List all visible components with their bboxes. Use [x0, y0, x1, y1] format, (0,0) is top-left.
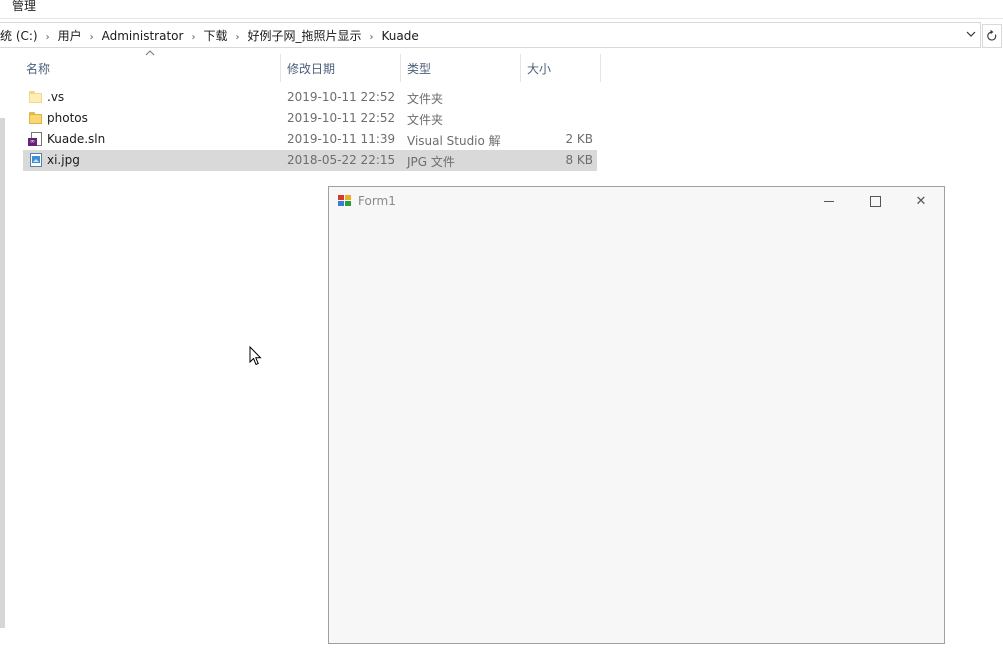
- refresh-icon[interactable]: [982, 24, 1002, 48]
- maximize-button[interactable]: [852, 187, 898, 217]
- minimize-button[interactable]: [806, 187, 852, 217]
- file-size: 8 KB: [565, 153, 593, 167]
- column-header-date[interactable]: 修改日期: [287, 60, 335, 77]
- winforms-app-icon: [338, 195, 352, 207]
- column-divider[interactable]: [280, 54, 281, 82]
- file-name: xi.jpg: [47, 153, 80, 167]
- file-size: 2 KB: [565, 132, 593, 146]
- file-date: 2018-05-22 22:15: [287, 153, 396, 167]
- breadcrumb-separator-icon[interactable]: ›: [369, 32, 373, 43]
- file-row[interactable]: ∞ Kuade.sln 2019-10-11 11:39 Visual Stud…: [23, 129, 597, 150]
- ribbon-bar: 管理: [0, 0, 1003, 19]
- form1-window[interactable]: Form1 ✕: [328, 186, 945, 644]
- close-icon: ✕: [915, 194, 927, 209]
- file-date: 2019-10-11 22:52: [287, 90, 396, 104]
- close-button[interactable]: ✕: [898, 187, 944, 217]
- file-type: JPG 文件: [407, 155, 455, 169]
- file-name: photos: [47, 111, 88, 125]
- sort-up-icon: [145, 49, 155, 60]
- breadcrumb-separator-icon[interactable]: ›: [90, 32, 94, 43]
- column-header-row: 名称 修改日期 类型 大小: [0, 54, 601, 82]
- column-divider[interactable]: [400, 54, 401, 82]
- address-bar[interactable]: 统 (C:) › 用户 › Administrator › 下载 › 好例子网_拖照片显示 › Ku…: [0, 22, 981, 48]
- file-date: 2019-10-11 11:39: [287, 132, 396, 146]
- maximize-icon: [869, 196, 881, 207]
- breadcrumb-administrator[interactable]: Administrator: [102, 29, 184, 43]
- jpg-image-icon: [28, 152, 44, 168]
- mouse-cursor-icon: [249, 345, 263, 366]
- file-row[interactable]: .vs 2019-10-11 22:52 文件夹: [23, 87, 597, 108]
- ribbon-tab-manage[interactable]: 管理: [12, 0, 36, 14]
- file-type: Visual Studio 解: [407, 134, 501, 148]
- breadcrumb-separator-icon[interactable]: ›: [191, 32, 195, 43]
- column-divider[interactable]: [520, 54, 521, 82]
- column-divider[interactable]: [600, 54, 601, 82]
- breadcrumb-project-folder[interactable]: 好例子网_拖照片显示: [247, 27, 361, 44]
- breadcrumb-separator-icon[interactable]: ›: [46, 32, 50, 43]
- window-title: Form1: [358, 194, 396, 208]
- column-header-type[interactable]: 类型: [407, 60, 431, 77]
- breadcrumb-kuade[interactable]: Kuade: [381, 29, 418, 43]
- folder-icon: [28, 110, 44, 126]
- file-type: 文件夹: [407, 113, 444, 127]
- visual-studio-solution-icon: ∞: [28, 131, 44, 147]
- minimize-icon: [824, 201, 834, 202]
- breadcrumb-drive[interactable]: 统 (C:): [0, 27, 38, 44]
- navigation-pane-edge: [0, 118, 5, 628]
- file-name: .vs: [47, 90, 65, 104]
- file-row-selected[interactable]: xi.jpg 2018-05-22 22:15 JPG 文件 8 KB: [23, 150, 597, 171]
- breadcrumb-users[interactable]: 用户: [58, 27, 82, 44]
- form1-titlebar[interactable]: Form1 ✕: [329, 187, 944, 217]
- column-header-size[interactable]: 大小: [527, 60, 551, 77]
- form1-client-area[interactable]: [329, 217, 944, 643]
- column-header-name[interactable]: 名称: [26, 60, 50, 77]
- breadcrumb-separator-icon[interactable]: ›: [235, 32, 239, 43]
- folder-light-icon: [28, 89, 44, 105]
- breadcrumb-downloads[interactable]: 下载: [203, 27, 227, 44]
- file-date: 2019-10-11 22:52: [287, 111, 396, 125]
- chevron-down-icon[interactable]: [964, 26, 978, 42]
- file-row[interactable]: photos 2019-10-11 22:52 文件夹: [23, 108, 597, 129]
- breadcrumb: 统 (C:) › 用户 › Administrator › 下载 › 好例子网_拖照片显示 › Ku…: [0, 27, 419, 44]
- file-type: 文件夹: [407, 92, 444, 106]
- file-name: Kuade.sln: [47, 132, 106, 146]
